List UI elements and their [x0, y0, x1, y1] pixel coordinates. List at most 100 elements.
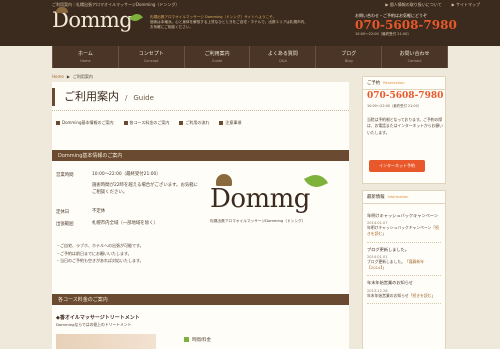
- sidebar-phone[interactable]: 070-5608-7980: [367, 91, 443, 101]
- acorn-icon: [56, 7, 68, 13]
- header-hours: 10:00～22:00（最終受付 21:00）: [355, 32, 411, 37]
- list-item: ・ご自宅、ラブホ、ホテルへの出張が可能です。: [56, 242, 144, 250]
- section-course-fees-heading: 各コース料金のご案内: [52, 294, 349, 305]
- info-label: 営業時間: [56, 173, 74, 178]
- internet-reservation-button[interactable]: インターネット予約: [369, 160, 425, 172]
- anchor-label: 注意事項: [225, 120, 242, 125]
- nav-guide-label: ご利用案内: [204, 51, 230, 57]
- header-phone[interactable]: 070-5608-7980: [355, 18, 457, 32]
- info-label: 定休日: [56, 210, 70, 215]
- brand-caption: 札幌出張アロマオイルマッサージDomming（ドンング）: [210, 219, 306, 223]
- news-item-body: 年明けキャッシュバックキャンペーン「続きを読む」: [367, 225, 439, 236]
- breadcrumb-current: ご利用案内: [72, 74, 93, 79]
- header-tagline: 札幌出張アロマオイルマッサージ Domming（ドンング）サイトへようこそ。 施…: [150, 15, 310, 31]
- nav-home[interactable]: ホーム Home: [52, 46, 119, 68]
- reservation-text: 当院は予約制となっております。ご予約の際は、お電話またはインターネットからお願い…: [367, 117, 443, 135]
- sidebar-hours: 10:00～22:00（最終受付 21:00）: [367, 104, 422, 108]
- privacy-link[interactable]: ▶ 個人情報の取り扱いについて: [385, 2, 441, 8]
- news-title: 最新情報 Information: [363, 191, 445, 204]
- square-bullet-icon: [56, 121, 60, 125]
- info-label: [56, 183, 92, 196]
- nav-contact-sub: Contact: [407, 59, 422, 63]
- news-item-text: 年末年始営業のお知らせ: [367, 292, 409, 298]
- note-text: ご予約は前日までにお願いいたします。: [60, 250, 132, 256]
- square-bullet-icon: [184, 337, 189, 342]
- breadcrumb-separator-icon: ▶: [66, 74, 70, 79]
- news-item-title[interactable]: 年明けキャッシュバックキャンペーン: [367, 213, 441, 219]
- fee-label: 時間/料金: [192, 338, 212, 343]
- nav-guide-sub: Guide: [211, 59, 223, 63]
- header-toplinks: ▶ 個人情報の取り扱いについて ▶ サイトマップ: [385, 2, 480, 8]
- fee-heading: 時間/料金: [184, 337, 211, 343]
- info-value: 札幌市内全域（一部地域を除く）: [92, 221, 158, 226]
- reservation-title-en: Reservation: [383, 81, 405, 85]
- reservation-title-jp: ご予約: [367, 81, 381, 86]
- nav-contact-label: お問い合わせ: [399, 51, 430, 57]
- nav-blog-label: ブログ: [341, 51, 357, 57]
- news-item-title[interactable]: ブログ更新しました。: [367, 247, 441, 253]
- nav-home-label: ホーム: [77, 51, 93, 57]
- list-item: 年末年始営業のお知らせ 2013.12.26 年末年始営業のお知らせ「続きを読む…: [367, 276, 441, 305]
- breadcrumb-home[interactable]: Home: [52, 74, 64, 80]
- news-box: 最新情報 Information 年明けキャッシュバックキャンペーン 2014.0…: [362, 190, 446, 349]
- square-bullet-icon: [179, 121, 184, 125]
- nav-blog[interactable]: ブログ Blog: [316, 46, 383, 68]
- reservation-box: ご予約 Reservation 070-5608-7980 10:00～22:00…: [362, 76, 446, 184]
- nav-qa[interactable]: よくある質問 Q&A: [250, 46, 317, 68]
- nav-guide[interactable]: ご利用案内 Guide: [185, 46, 251, 68]
- main-content: ご利用案内 / Guide Domming基本情報のご案内 各コース料金のご案内…: [52, 82, 349, 349]
- nav-concept[interactable]: コンセプト Concept: [119, 46, 185, 68]
- nav-concept-label: コンセプト: [138, 51, 164, 57]
- nav-blog-sub: Blog: [344, 59, 353, 63]
- site-logo[interactable]: Dommg: [52, 7, 144, 32]
- news-title-jp: 最新情報: [367, 195, 385, 200]
- anchor-notes[interactable]: 注意事項: [219, 120, 241, 126]
- anchor-course-fees[interactable]: 各コース料金のご案内: [123, 120, 170, 126]
- info-label: 出張範囲: [56, 222, 74, 227]
- note-text: ご自宅、ラブホ、ホテルへの出張が可能です。: [60, 243, 144, 248]
- info-row-hours: 営業時間 10:00～22:00（最終受付21:00）: [56, 172, 161, 179]
- title-divider: [52, 110, 349, 111]
- sitemap-link[interactable]: ▶ サイトマップ: [452, 2, 480, 8]
- page-title-jp: ご利用案内: [64, 90, 119, 103]
- anchor-label: 各コース料金のご案内: [129, 120, 170, 125]
- section-basic-info-heading: Domming基本情報のご案内: [52, 150, 349, 161]
- anchor-label: Domming基本情報のご案内: [62, 120, 114, 125]
- page-title: ご利用案内 / Guide: [52, 88, 154, 106]
- nav-qa-sub: Q&A: [278, 59, 287, 63]
- course-photo: [56, 334, 156, 349]
- info-value: 10:00～22:00（最終受付21:00）: [92, 172, 161, 177]
- list-item: 年明けキャッシュバックキャンペーン 2014.01.07 年明けキャッシュバック…: [367, 209, 441, 243]
- brand-logo-text: Dommg: [210, 184, 310, 214]
- news-item-text: 年明けキャッシュバックキャンペーン: [367, 225, 432, 231]
- info-row-holiday: 定休日 不定休: [56, 209, 105, 216]
- info-row-area: 出張範囲 札幌市内全域（一部地域を除く）: [56, 221, 158, 228]
- logo-text: Dommg: [52, 8, 133, 32]
- header-contact: お問い合わせ・ご予約はお気軽にどうぞ 070-5608-7980 10:00～2…: [355, 13, 457, 37]
- news-item-title[interactable]: 年末年始営業のお知らせ: [367, 280, 441, 286]
- news-item-body: 年末年始営業のお知らせ「続きを読む」: [367, 292, 436, 298]
- info-row-hours-note: 施術時間が22時を越える場合がございます。お気軽にご相談ください。: [56, 183, 202, 196]
- info-value: 不定休: [92, 209, 106, 214]
- anchor-flow[interactable]: ご利用の流れ: [179, 120, 209, 126]
- info-value: 施術時間が22時を越える場合がございます。お気軽にご相談ください。: [92, 183, 199, 195]
- square-bullet-icon: [123, 121, 128, 125]
- nav-qa-label: よくある質問: [267, 51, 298, 57]
- breadcrumb: Home ▶ ご利用案内: [52, 74, 93, 80]
- anchor-basic-info[interactable]: Domming基本情報のご案内: [56, 120, 114, 126]
- course-description: Dommingならではの極上のトリートメント: [56, 322, 132, 327]
- read-more-link[interactable]: 続きを読む: [413, 293, 432, 298]
- news-item-body: ブログ更新しました。「謹賀新年【2014】」: [367, 258, 424, 270]
- main-nav: ホーム Home コンセプト Concept ご利用案内 Guide よくある質問 Q&…: [52, 46, 448, 68]
- site-header: ご利用案内｜札幌出張アロマオイルマッサージDomming（ドンング） ▶ 個人情…: [0, 0, 500, 46]
- anchor-links: Domming基本情報のご案内 各コース料金のご案内 ご利用の流れ 注意事項: [56, 120, 241, 126]
- nav-concept-sub: Concept: [143, 59, 159, 63]
- note-text: 当日のご予約も空きがあれば対応いたします。: [60, 258, 144, 264]
- page-title-sep: /: [125, 94, 128, 102]
- square-bullet-icon: [219, 121, 224, 125]
- reservation-title: ご予約 Reservation: [363, 77, 445, 90]
- tagline-body: 施術は本格派。心と身体を解放する上質なひとときをご自宅・ホテルで。出張エリアは札…: [150, 20, 308, 30]
- list-item: ・ご予約は前日までにお願いいたします。: [56, 250, 144, 258]
- nav-contact[interactable]: お問い合わせ Contact: [382, 46, 448, 68]
- news-title-en: Information: [387, 195, 409, 199]
